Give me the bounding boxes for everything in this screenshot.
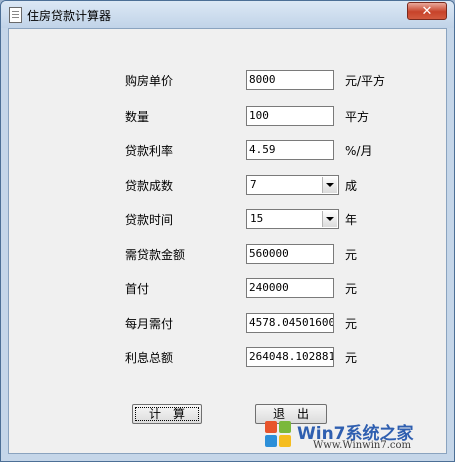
- loan-amount-unit: 元: [345, 248, 358, 262]
- watermark: Win7系统之家 Www.Winwin7.com: [257, 419, 447, 453]
- loan-term-value: 15: [250, 212, 264, 225]
- total-interest-label: 利息总额: [125, 351, 174, 365]
- interest-rate-unit: %/月: [345, 144, 373, 158]
- unit-price-unit: 元/平方: [345, 74, 386, 88]
- loan-ratio-unit: 成: [345, 179, 358, 193]
- close-button[interactable]: ✕: [407, 2, 447, 20]
- watermark-url: Www.Winwin7.com: [313, 440, 411, 451]
- chevron-down-icon[interactable]: [322, 211, 337, 227]
- down-payment-label: 首付: [125, 282, 150, 296]
- area-unit: 平方: [345, 110, 370, 124]
- loan-term-unit: 年: [345, 213, 358, 227]
- chevron-down-icon[interactable]: [322, 177, 337, 193]
- loan-term-label: 贷款时间: [125, 213, 174, 227]
- window-title: 住房贷款计算器: [27, 9, 112, 23]
- unit-price-label: 购房单价: [125, 74, 174, 88]
- monthly-payment-input[interactable]: 4578.045016008: [246, 313, 334, 333]
- interest-rate-input[interactable]: 4.59: [246, 140, 334, 160]
- client-area: 购房单价 8000 元/平方 数量 100 平方 贷款利率 4.59 %/月 贷…: [8, 28, 447, 454]
- document-icon: [9, 7, 22, 23]
- loan-ratio-value: 7: [250, 178, 257, 191]
- down-payment-unit: 元: [345, 282, 358, 296]
- loan-term-select[interactable]: 15: [246, 209, 339, 229]
- total-interest-input[interactable]: 264048.1028815: [246, 347, 334, 367]
- monthly-payment-unit: 元: [345, 317, 358, 331]
- unit-price-input[interactable]: 8000: [246, 70, 334, 90]
- loan-amount-label: 需贷款金额: [125, 248, 186, 262]
- interest-rate-label: 贷款利率: [125, 144, 174, 158]
- title-bar[interactable]: 住房贷款计算器 ✕: [1, 1, 454, 28]
- area-input[interactable]: 100: [246, 106, 334, 126]
- area-label: 数量: [125, 110, 150, 124]
- app-window: 住房贷款计算器 ✕ 购房单价 8000 元/平方 数量 100 平方 贷款利率 …: [0, 0, 455, 462]
- loan-ratio-select[interactable]: 7: [246, 175, 339, 195]
- down-payment-input[interactable]: 240000: [246, 278, 334, 298]
- windows-logo-icon: [265, 421, 291, 447]
- total-interest-unit: 元: [345, 351, 358, 365]
- loan-ratio-label: 贷款成数: [125, 179, 174, 193]
- monthly-payment-label: 每月需付: [125, 317, 174, 331]
- calculate-button[interactable]: 计算: [132, 404, 202, 424]
- loan-amount-input[interactable]: 560000: [246, 244, 334, 264]
